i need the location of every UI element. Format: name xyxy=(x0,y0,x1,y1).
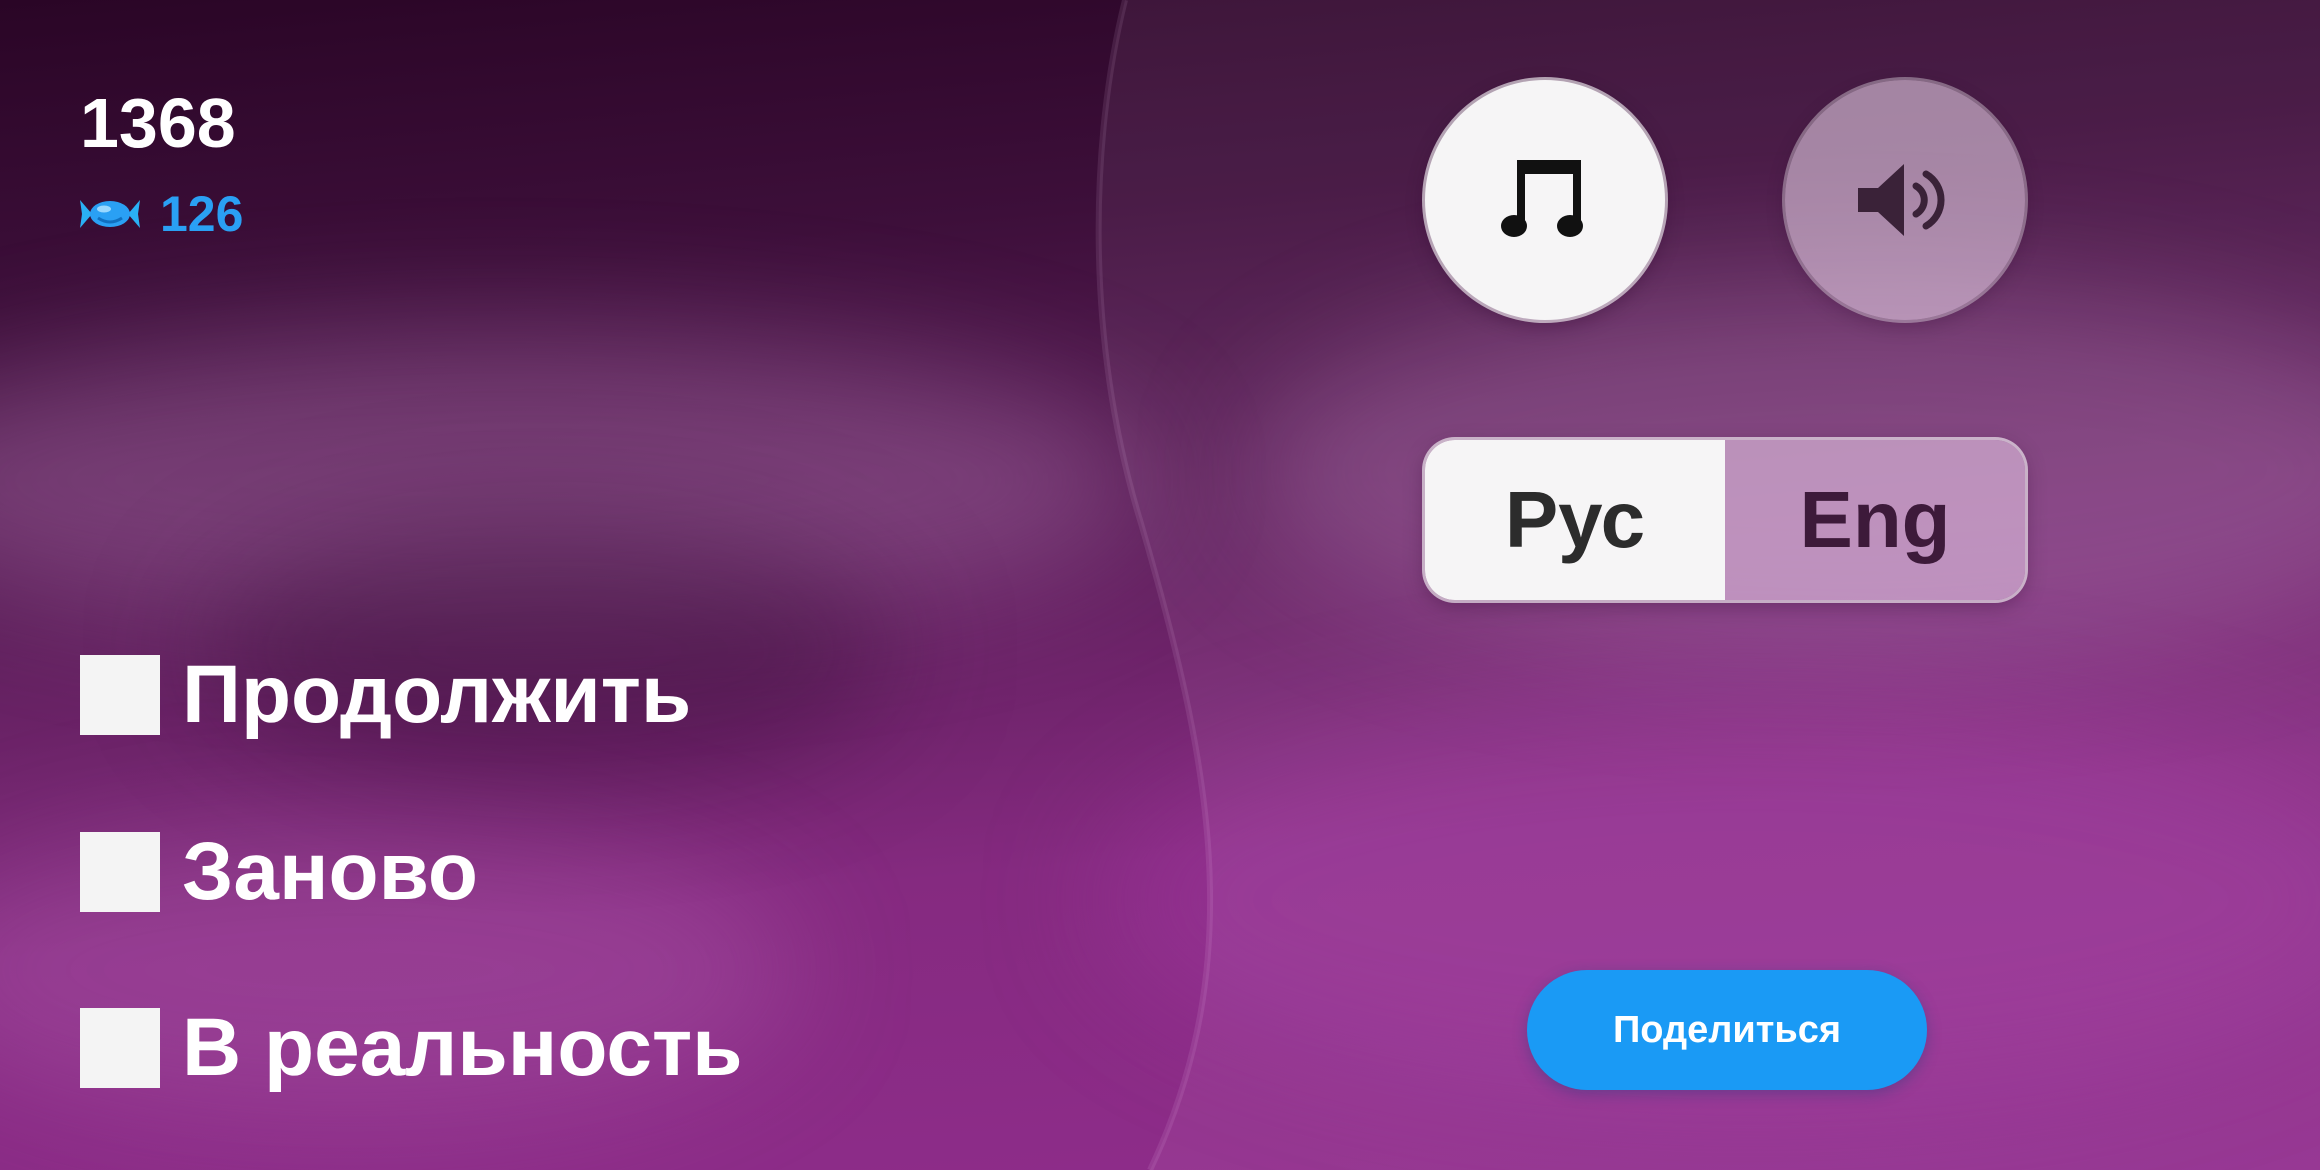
menu-marker xyxy=(80,1008,160,1088)
menu-marker xyxy=(80,655,160,735)
to-reality-label: В реальность xyxy=(182,1002,743,1093)
game-pause-screen: 1368 126 Продолжить Заново В реальность xyxy=(0,0,2320,1170)
score-value: 1368 xyxy=(80,84,236,162)
candy-counter: 126 xyxy=(78,186,243,242)
share-button[interactable]: Поделиться xyxy=(1527,970,1927,1090)
language-toggle: Рус Eng xyxy=(1425,440,2025,600)
restart-button[interactable]: Заново xyxy=(80,827,478,917)
music-note-icon xyxy=(1501,160,1583,237)
background-glow xyxy=(0,330,1150,630)
restart-label: Заново xyxy=(182,826,479,917)
sound-toggle-button[interactable] xyxy=(1785,80,2025,320)
continue-button[interactable]: Продолжить xyxy=(80,650,691,740)
speaker-icon xyxy=(1858,164,1945,236)
language-option-en[interactable]: Eng xyxy=(1725,440,2025,600)
music-toggle-button[interactable] xyxy=(1425,80,1665,320)
candy-icon xyxy=(80,200,140,228)
to-reality-button[interactable]: В реальность xyxy=(80,1003,743,1093)
menu-marker xyxy=(80,832,160,912)
language-option-ru[interactable]: Рус xyxy=(1425,440,1725,600)
continue-label: Продолжить xyxy=(182,649,692,740)
candy-count: 126 xyxy=(160,186,244,242)
